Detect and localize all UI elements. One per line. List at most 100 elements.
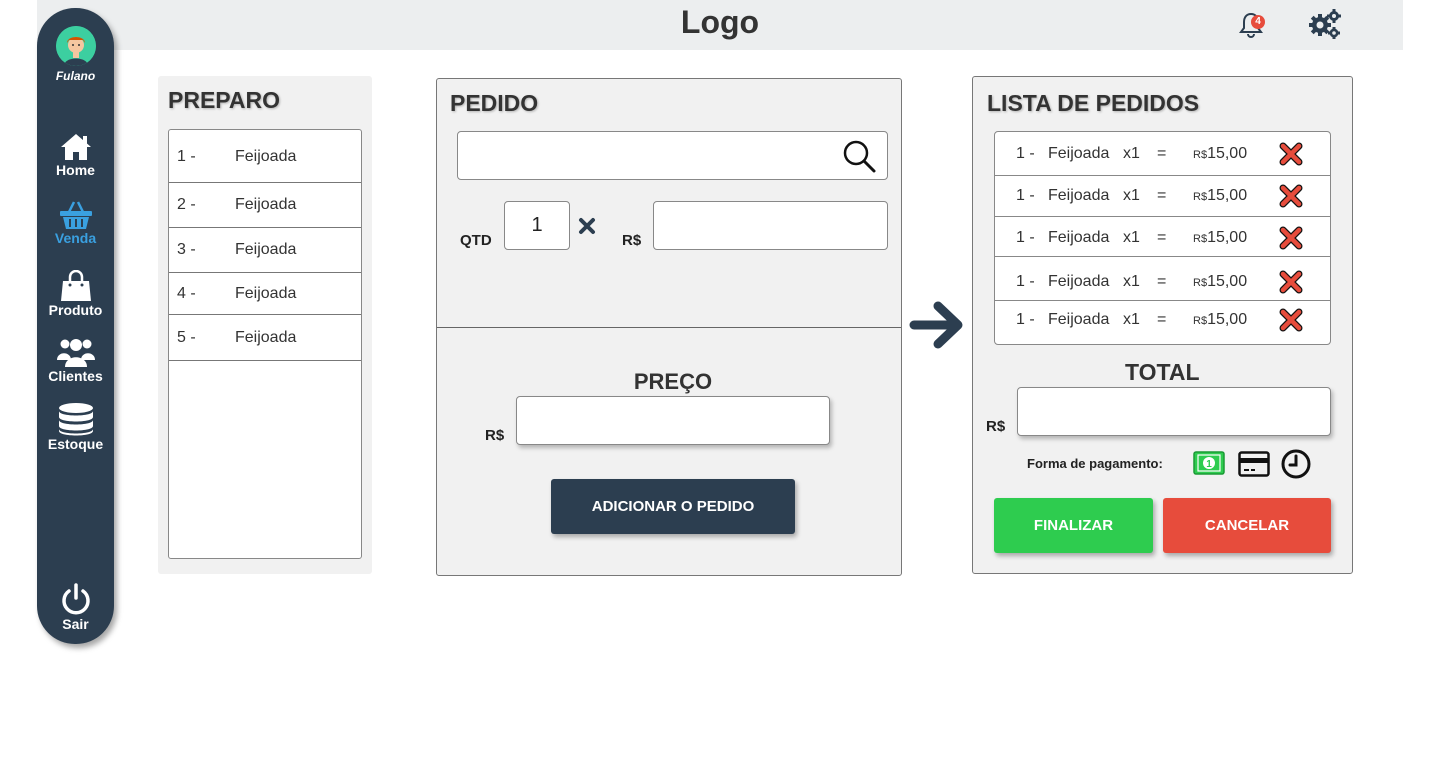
nav-home-label: Home: [56, 162, 95, 178]
list-item[interactable]: 2 - Feijoada: [169, 183, 361, 228]
order-price: R$15,00: [1193, 187, 1247, 205]
list-item[interactable]: 1 - Feijoada: [169, 130, 361, 183]
list-item[interactable]: 5 - Feijoada: [169, 315, 361, 361]
order-number: 1 -: [1016, 145, 1035, 162]
order-equals: =: [1157, 187, 1167, 204]
row-divider: [995, 175, 1330, 176]
order-name: Feijoada: [1048, 187, 1110, 204]
delete-icon[interactable]: [1279, 226, 1303, 250]
nav-venda[interactable]: Venda: [37, 200, 114, 246]
order-price: R$15,00: [1193, 145, 1247, 163]
preparo-title: PREPARO: [168, 87, 281, 113]
total-input[interactable]: [1017, 387, 1331, 436]
order-list-title: LISTA DE PEDIDOS: [987, 90, 1200, 116]
item-number: 3 -: [177, 241, 196, 258]
logout-button[interactable]: Sair: [37, 582, 114, 632]
nav-produto-label: Produto: [48, 302, 103, 318]
order-price-value: 15,00: [1207, 273, 1248, 290]
nav-estoque[interactable]: Estoque: [37, 402, 114, 452]
order-currency: R$: [1193, 233, 1208, 245]
order-currency: R$: [1193, 149, 1208, 161]
payment-label: Forma de pagamento:: [1027, 456, 1163, 471]
order-qty: x1: [1123, 187, 1140, 204]
nav-estoque-label: Estoque: [47, 436, 104, 452]
home-icon: [60, 134, 91, 160]
nav-produto[interactable]: Produto: [37, 270, 114, 318]
order-qty: x1: [1123, 273, 1140, 290]
preparo-panel: PREPARO 1 - Feijoada 2 - Feijoada 3 - Fe…: [158, 76, 372, 574]
unit-price-input[interactable]: [653, 201, 888, 250]
nav-clientes[interactable]: Clientes: [37, 336, 114, 384]
order-number: 1 -: [1016, 311, 1035, 328]
order-name: Feijoada: [1048, 145, 1110, 162]
order-currency: R$: [1193, 315, 1208, 327]
row-divider: [995, 300, 1330, 301]
divider: [437, 327, 901, 328]
search-input[interactable]: [457, 131, 888, 180]
delete-icon[interactable]: [1279, 184, 1303, 208]
order-price-value: 15,00: [1207, 311, 1248, 328]
list-item[interactable]: 3 - Feijoada: [169, 228, 361, 273]
order-price-value: 15,00: [1207, 145, 1248, 162]
basket-icon: [59, 201, 92, 229]
nav-home[interactable]: Home: [37, 132, 114, 178]
clock-icon[interactable]: [1281, 449, 1311, 479]
database-icon: [58, 403, 93, 436]
order-name: Feijoada: [1048, 229, 1110, 246]
unit-currency-label: R$: [622, 232, 642, 249]
order-equals: =: [1157, 145, 1167, 162]
order-price: R$15,00: [1193, 311, 1247, 329]
item-name: Feijoada: [235, 241, 297, 258]
row-divider: [995, 256, 1330, 257]
avatar[interactable]: [56, 26, 96, 66]
item-number: 2 -: [177, 196, 196, 213]
row-divider: [995, 216, 1330, 217]
preparo-list: 1 - Feijoada 2 - Feijoada 3 - Feijoada 4…: [168, 129, 362, 559]
item-name: Feijoada: [235, 285, 297, 302]
order-equals: =: [1157, 273, 1167, 290]
add-order-button[interactable]: ADICIONAR O PEDIDO: [551, 479, 795, 534]
preco-currency-label: R$: [485, 427, 505, 444]
order-price: R$15,00: [1193, 273, 1247, 291]
pedido-title: PEDIDO: [450, 90, 539, 116]
finalize-button[interactable]: FINALIZAR: [994, 498, 1153, 553]
order-price: R$15,00: [1193, 229, 1247, 247]
delete-icon[interactable]: [1279, 142, 1303, 166]
delete-icon[interactable]: [1279, 308, 1303, 332]
power-icon: [61, 583, 90, 615]
order-equals: =: [1157, 311, 1167, 328]
users-icon: [56, 339, 95, 367]
order-currency: R$: [1193, 277, 1208, 289]
item-number: 5 -: [177, 329, 196, 346]
svg-text:1: 1: [1206, 459, 1212, 470]
cancel-button[interactable]: CANCELAR: [1163, 498, 1331, 553]
credit-card-icon[interactable]: [1238, 451, 1270, 477]
order-number: 1 -: [1016, 187, 1035, 204]
cash-icon[interactable]: 1: [1193, 451, 1225, 475]
sidebar: Fulano Home Venda Produto Clientes Estoq…: [37, 8, 114, 644]
notification-badge: 4: [1251, 15, 1265, 29]
item-name: Feijoada: [235, 148, 297, 165]
order-name: Feijoada: [1048, 273, 1110, 290]
nav-venda-label: Venda: [54, 230, 97, 246]
order-price-value: 15,00: [1207, 229, 1248, 246]
username: Fulano: [55, 69, 96, 83]
list-item[interactable]: 4 - Feijoada: [169, 273, 361, 315]
order-equals: =: [1157, 229, 1167, 246]
qtd-input[interactable]: 1: [504, 201, 570, 250]
order-list-panel: LISTA DE PEDIDOS 1 - Feijoada x1 = R$15,…: [972, 76, 1353, 574]
logout-label: Sair: [62, 616, 89, 632]
preco-input[interactable]: [516, 396, 830, 445]
order-price-value: 15,00: [1207, 187, 1248, 204]
gears-icon[interactable]: [1307, 6, 1343, 42]
order-list: 1 - Feijoada x1 = R$15,00 1 - Feijoada x…: [994, 131, 1331, 345]
search-icon[interactable]: [841, 138, 877, 174]
item-name: Feijoada: [235, 196, 297, 213]
item-name: Feijoada: [235, 329, 297, 346]
delete-icon[interactable]: [1279, 270, 1303, 294]
item-number: 4 -: [177, 285, 196, 302]
total-title: TOTAL: [1125, 359, 1200, 385]
order-qty: x1: [1123, 145, 1140, 162]
order-name: Feijoada: [1048, 311, 1110, 328]
order-number: 1 -: [1016, 229, 1035, 246]
